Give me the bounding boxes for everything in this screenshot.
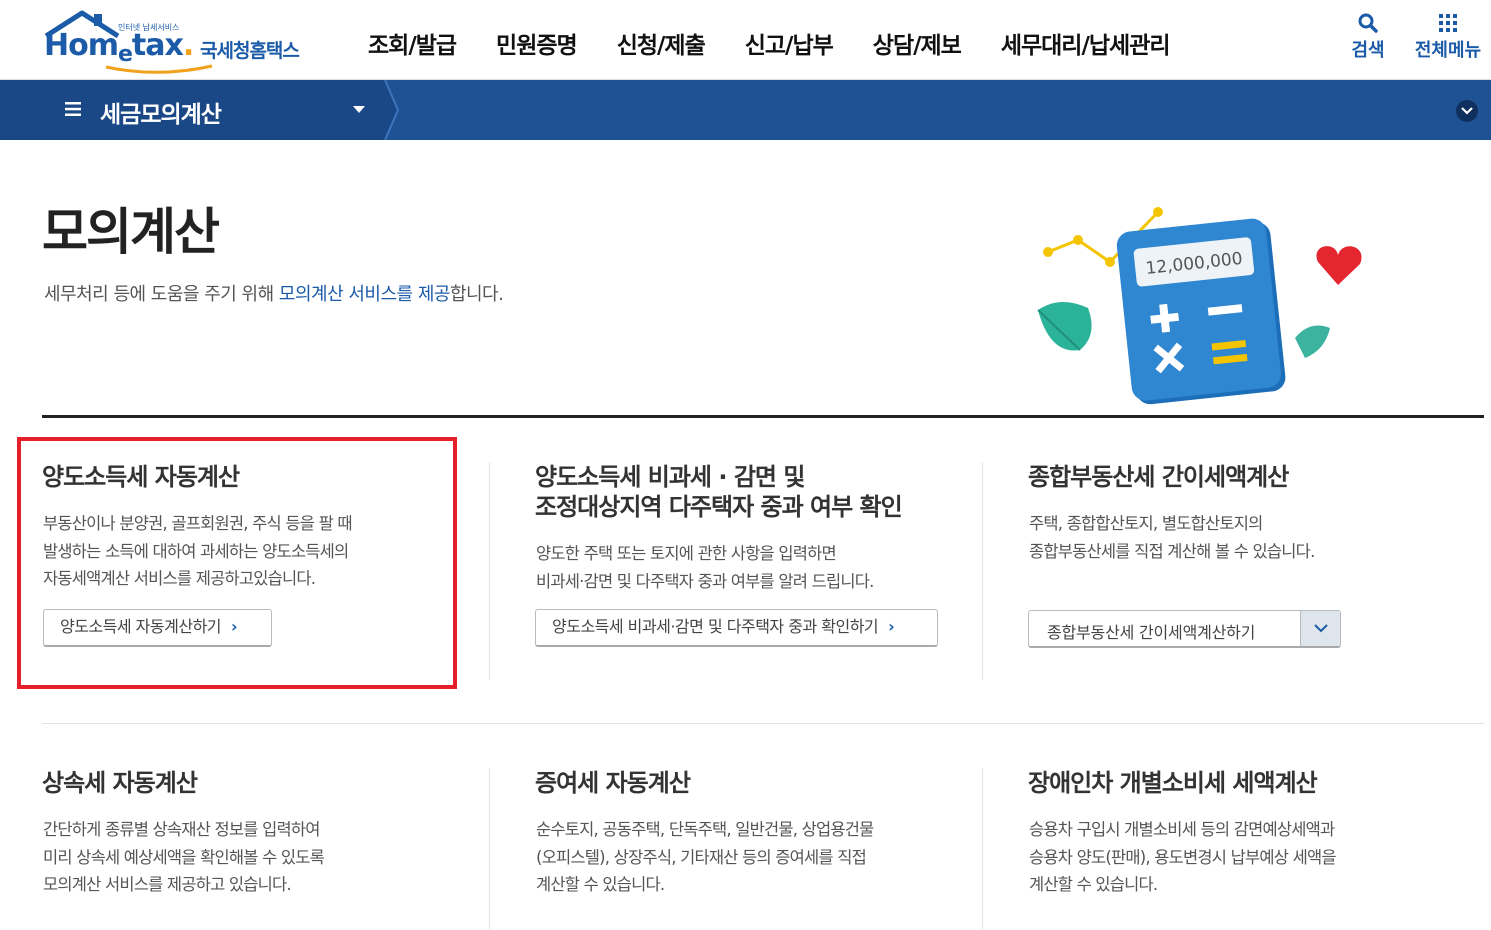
card-desc-disabled-vehicle-tax: 승용차 구입시 개별소비세 등의 감면예상세액과 승용차 양도(판매), 용도변… bbox=[1029, 820, 1337, 894]
card-title-gift-tax: 증여세 자동계산 bbox=[535, 769, 691, 797]
calculator-illustration: 12,000,000 bbox=[1037, 207, 1362, 405]
global-nav: 조회/발급 민원증명 신청/제출 신고/납부 상담/제보 세무대리/납세관리 bbox=[368, 26, 1210, 60]
card-desc-gift-tax: 순수토지, 공동주택, 단독주택, 일반건물, 상업용건물 (오피스텔), 상장… bbox=[536, 820, 874, 894]
search-icon bbox=[1358, 13, 1378, 33]
top-header: 인터넷 납세서비스 Hometax. 국세청홈택스 조회/발급 민원증명 신청/… bbox=[0, 0, 1491, 80]
nav-item-consultation[interactable]: 상담/제보 bbox=[873, 26, 962, 60]
card-title-disabled-vehicle-tax: 장애인차 개별소비세 세액계산 bbox=[1028, 769, 1318, 797]
nav-item-inquiry[interactable]: 조회/발급 bbox=[368, 26, 457, 60]
row-divider bbox=[42, 723, 1484, 724]
section-dropdown-title[interactable]: 세금모의계산 bbox=[100, 95, 222, 129]
card-title-property-tax: 종합부동산세 간이세액계산 bbox=[1028, 463, 1289, 491]
nav-item-filing[interactable]: 신고/납부 bbox=[745, 26, 834, 60]
dropdown-caret-icon[interactable] bbox=[353, 106, 365, 113]
nav-item-tax-agent[interactable]: 세무대리/납세관리 bbox=[1001, 26, 1171, 60]
card-title-inheritance-tax: 상속세 자동계산 bbox=[42, 769, 198, 797]
expand-chevron-button[interactable] bbox=[1456, 100, 1478, 122]
card-desc-property-tax: 주택, 종합합산토지, 별도합산토지의 종합부동산세를 직접 계산해 볼 수 있… bbox=[1029, 514, 1315, 561]
card-desc-inheritance-tax: 간단하게 종류별 상속재산 정보를 입력하여 미리 상속세 예상세액을 확인해볼… bbox=[43, 820, 325, 894]
hometax-logo[interactable]: 인터넷 납세서비스 Hometax. 국세청홈택스 bbox=[42, 8, 322, 74]
all-menu-label: 전체메뉴 bbox=[1414, 40, 1482, 61]
section-divider bbox=[42, 415, 1484, 418]
chevron-down-icon bbox=[1314, 624, 1328, 633]
column-divider bbox=[982, 462, 983, 680]
select-value: 종합부동산세 간이세액계산하기 bbox=[1047, 623, 1256, 642]
card-title-exemption-check: 양도소득세 비과세 · 감면 및 조정대상지역 다주택자 중과 여부 확인 bbox=[535, 463, 903, 521]
nav-item-certificate[interactable]: 민원증명 bbox=[496, 26, 578, 60]
page-title: 모의계산 bbox=[42, 203, 220, 261]
logo-korean-name: 국세청홈택스 bbox=[200, 40, 300, 62]
logo-swoosh-icon bbox=[105, 64, 213, 74]
column-divider bbox=[982, 768, 983, 930]
grid-menu-icon bbox=[1439, 14, 1457, 32]
page-description: 세무처리 등에 도움을 주기 위해 모의계산 서비스를 제공합니다. bbox=[44, 284, 504, 305]
select-arrow[interactable] bbox=[1300, 611, 1340, 646]
column-divider bbox=[489, 768, 490, 930]
hamburger-icon[interactable] bbox=[65, 101, 81, 117]
search-label: 검색 bbox=[1351, 40, 1385, 61]
section-nav-bar: 세금모의계산 bbox=[0, 80, 1491, 140]
chevron-down-icon bbox=[1461, 107, 1473, 115]
exemption-check-button[interactable]: 양도소득세 비과세·감면 및 다주택자 중과 확인하기 › bbox=[535, 609, 938, 647]
card-desc-exemption-check: 양도한 주택 또는 토지에 관한 사항을 입력하면 비과세·감면 및 다주택자 … bbox=[536, 544, 874, 591]
all-menu-button[interactable]: 전체메뉴 bbox=[1408, 10, 1488, 62]
search-button[interactable]: 검색 bbox=[1346, 10, 1390, 62]
nav-item-application[interactable]: 신청/제출 bbox=[617, 26, 706, 60]
highlight-frame bbox=[17, 437, 457, 689]
logo-brand: Hometax. bbox=[44, 28, 194, 67]
column-divider bbox=[489, 462, 490, 680]
chevron-right-icon: › bbox=[888, 617, 895, 636]
property-tax-calc-select[interactable]: 종합부동산세 간이세액계산하기 bbox=[1028, 610, 1341, 648]
